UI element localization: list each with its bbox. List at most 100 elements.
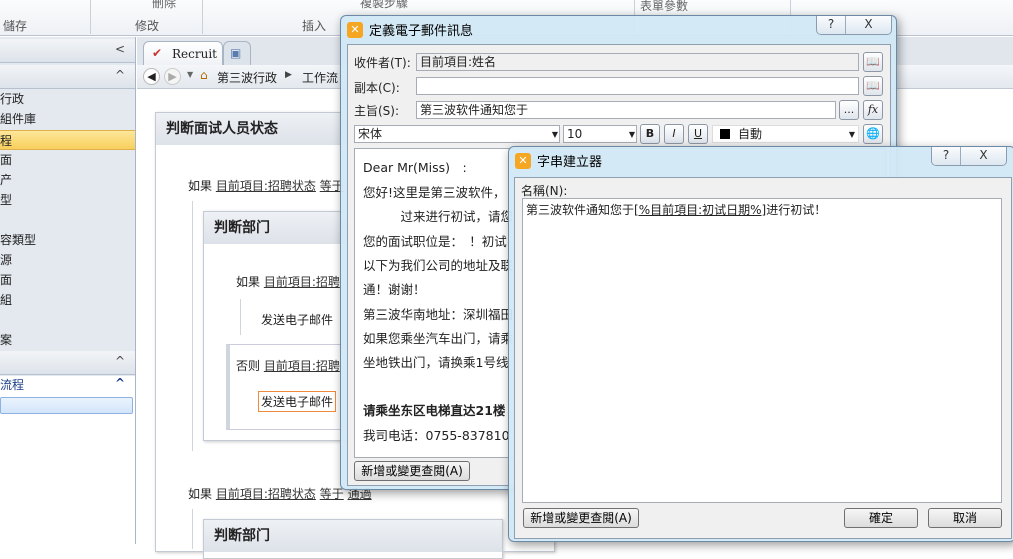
workflow-section: 流程 ^ [0,376,135,546]
sub-step-title: 判断部门 [204,520,502,552]
tab-recruit[interactable]: ✔ Recruit [143,41,223,67]
dialog-title: 字串建立器 [537,155,603,170]
color-select[interactable]: 自動 ▼ [712,125,859,143]
divider [90,0,91,34]
if-label: 如果 [236,275,261,289]
nav-item[interactable]: 容類型 [0,230,135,250]
action-send-email-selected[interactable]: 发送电子邮件 [258,391,337,412]
font-value: 宋体 [358,127,383,141]
cc-field[interactable] [416,77,859,95]
sub-step-card: 判断部门 [203,519,503,559]
add-lookup-button[interactable]: 新增或變更查閱(A) [523,508,639,528]
body-line: Dear Mr(Miss) : [363,160,467,175]
size-select[interactable]: 10 ▼ [563,125,637,143]
body-line: 以下为我们公司的地址及联 [363,258,514,273]
pane-header: < [0,39,135,63]
condition-field-link[interactable]: 目前項目:招聘状态 [216,179,316,193]
globe-link-icon: 🌐 [866,127,880,140]
font-select[interactable]: 宋体 ▼ [354,125,560,143]
nav-item[interactable]: 源 [0,250,135,270]
condition-field-link[interactable]: 目前項目:招聘状态 [216,487,316,501]
close-button[interactable]: X [960,147,1006,165]
section-header[interactable]: ^ [0,65,135,89]
tools-icon: ✕ [347,21,363,38]
condition-line: 如果 目前項目:招聘状态 等于 [188,177,344,194]
address-book-icon: 📖 [866,79,880,92]
body-line: 您的面试职位是： ！初试 [363,234,507,249]
forward-button[interactable]: ▶ [164,68,181,85]
divider [192,201,193,451]
new-tab-button[interactable]: ▣ [223,41,251,67]
help-button[interactable]: ? [817,16,845,34]
bold-button[interactable]: B [640,124,660,144]
nav-item[interactable]: 产 [0,170,135,190]
nav-item[interactable]: 型 [0,190,135,210]
subject-label: 主旨(S): [354,104,400,118]
address-book-icon: 📖 [866,55,880,68]
cancel-button[interactable]: 取消 [928,508,1002,528]
chevron-up-icon[interactable]: ^ [115,376,125,390]
help-button[interactable]: ? [932,147,960,165]
back-button[interactable]: ◀ [143,68,160,85]
color-value: 自動 [738,127,763,141]
to-field[interactable]: 目前項目:姓名 [416,53,859,71]
nav-item[interactable]: 面 [0,270,135,290]
dialog-title: 定義電子郵件訊息 [369,24,474,39]
divider [192,509,193,549]
close-button[interactable]: X [845,16,891,34]
condition-op-link[interactable]: 等于 [320,487,344,501]
chevron-down-icon: ▼ [848,130,855,139]
home-icon[interactable]: ⌂ [200,68,208,82]
nav-item[interactable]: 組 [0,290,135,310]
lookup-token[interactable]: [%目前項目:初试日期%] [634,203,766,217]
group-insert-label: 插入 [302,19,327,33]
recruit-icon: ✔ [152,46,163,60]
condition-field-link[interactable]: 目前項目:招聘 [264,275,340,289]
ribbon-copy-step[interactable]: 複製步驟 [360,0,408,11]
nav-item[interactable]: 行政 [0,89,135,109]
address-book-button[interactable]: 📖 [863,76,883,96]
breadcrumb-item[interactable]: 第三波行政 [217,69,277,86]
ok-button[interactable]: 確定 [844,508,918,528]
navigation-pane: < ^ 行政 組件庫 程 面 产 型 容類型 源 面 組 案 ^ 流程 ^ [0,37,136,546]
tools-icon: ✕ [515,152,531,169]
string-editor[interactable]: 第三波软件通知您于[%目前項目:初试日期%]进行初试！ [522,198,1002,503]
nav-item-selected[interactable]: 程 [0,130,135,150]
group-modify-label: 修改 [135,19,160,33]
size-value: 10 [567,127,583,141]
chevron-down-icon: ▼ [628,130,635,139]
body-line: 坐地铁出门，请换乘1号线 [363,355,509,370]
chevron-up-icon[interactable]: ^ [115,354,125,368]
ribbon-delete[interactable]: 刪除 [152,0,176,11]
underline-button[interactable]: U [688,124,708,144]
ribbon-form-params[interactable]: 表單參數 [640,0,688,14]
formula-button[interactable]: fx [863,100,883,120]
add-lookup-button[interactable]: 新增或變更查閱(A) [354,461,470,481]
string-builder-dialog: ✕ 字串建立器 ? X 名稱(N): 第三波软件通知您于[%目前項目:初试日期%… [508,146,1013,542]
name-label: 名稱(N): [521,184,568,198]
action-send-email[interactable]: 发送电子邮件 [261,311,333,328]
nav-item[interactable]: 面 [0,150,135,170]
italic-button[interactable]: I [664,124,684,144]
chevron-up-icon[interactable]: ^ [115,68,125,82]
else-label: 否则 [236,359,261,373]
body-line: 第三波华南地址：深圳福田 [363,307,514,322]
history-dropdown[interactable]: ▼ [187,70,193,79]
caption-buttons: ? X [816,16,892,35]
string-text: 第三波软件通知您于 [526,203,635,217]
dialog-title-bar: ✕ 定義電子郵件訊息 [347,20,473,39]
breadcrumb-item[interactable]: 工作流 [302,69,338,86]
nav-item[interactable]: 組件庫 [0,109,135,129]
collapse-pane-icon[interactable]: < [115,42,125,56]
address-book-button[interactable]: 📖 [863,52,883,72]
more-button[interactable]: ... [839,100,859,120]
hyperlink-button[interactable]: 🌐 [863,124,883,144]
body-line: 请乘坐东区电梯直达21楼 [363,403,506,418]
nav-item[interactable]: 案 [0,330,135,350]
section-header[interactable]: ^ [0,351,135,375]
selected-workflow-item[interactable] [0,397,133,414]
body-line: 您好!这里是第三波软件， [363,185,506,200]
breadcrumb-separator-icon: ▶ [285,70,292,80]
subject-field[interactable]: 第三波软件通知您于 [416,101,836,119]
condition-field-link[interactable]: 目前項目:招聘 [264,359,340,373]
